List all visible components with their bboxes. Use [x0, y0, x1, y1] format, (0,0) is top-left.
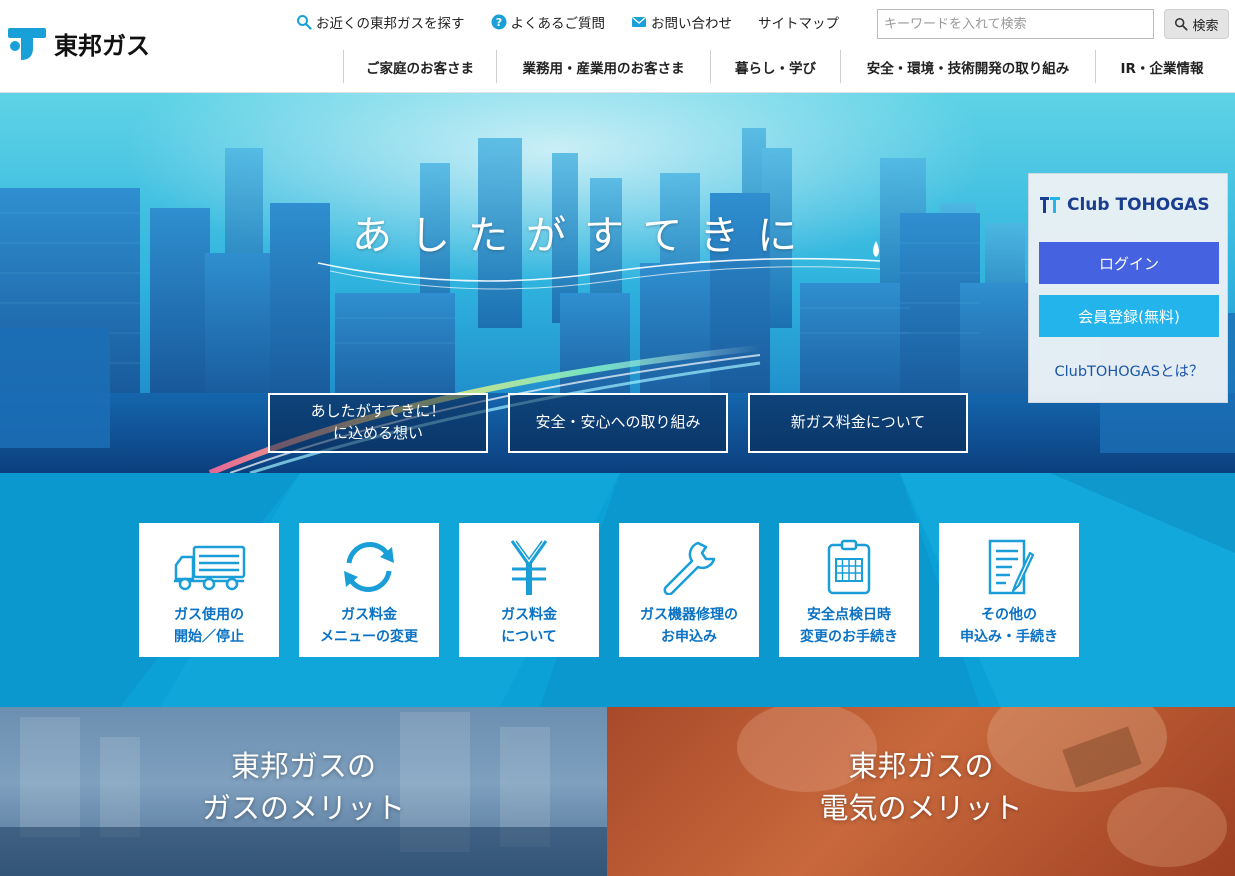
svg-text:?: ? — [495, 16, 501, 29]
util-link-label: お近くの東邦ガスを探す — [316, 16, 465, 32]
search-button-label: 検索 — [1192, 18, 1219, 34]
club-logo-text: Club TOHOGAS — [1067, 195, 1210, 215]
hero-button-new-pricing[interactable]: 新ガス料金について — [748, 393, 968, 453]
service-card-inspection-change[interactable]: 安全点検日時 変更のお手続き — [779, 523, 919, 657]
logo-mark-icon — [8, 28, 46, 60]
service-label: ガス料金 メニューの変更 — [320, 607, 418, 645]
login-button[interactable]: ログイン — [1039, 242, 1219, 284]
main-nav: ご家庭のお客さま 業務用・産業用のお客さま 暮らし・学び 安全・環境・技術開発の… — [343, 50, 1228, 83]
document-icon — [988, 539, 1035, 595]
service-label: ガス使用の 開始／停止 — [174, 607, 244, 645]
hero-button-safety[interactable]: 安全・安心への取り組み — [508, 393, 728, 453]
services-band: ガス使用の 開始／停止 ガス料金 メニューの変更 ガス料金 について ガス機器修… — [0, 473, 1235, 707]
util-link-find-office[interactable]: お近くの東邦ガスを探す — [296, 12, 465, 32]
gas-merit-title: 東邦ガスの ガスのメリット — [201, 749, 405, 826]
mail-icon — [632, 17, 646, 27]
service-card-rate-menu-change[interactable]: ガス料金 メニューの変更 — [299, 523, 439, 657]
service-card-appliance-repair[interactable]: ガス機器修理の お申込み — [619, 523, 759, 657]
site-header: 東邦ガス お近くの東邦ガスを探す ? よくあるご質問 お問い合わせ サイトマップ… — [0, 0, 1235, 93]
club-logo: Club TOHOGAS — [1039, 194, 1210, 216]
yen-icon — [510, 540, 548, 595]
wrench-icon — [663, 541, 716, 595]
util-link-faq[interactable]: ? よくあるご質問 — [491, 12, 606, 32]
util-link-label: サイトマップ — [758, 16, 839, 32]
service-card-gas-start-stop[interactable]: ガス使用の 開始／停止 — [139, 523, 279, 657]
search-icon — [1175, 17, 1189, 31]
logo-text: 東邦ガス — [54, 31, 150, 60]
hero-banner: あしたがすてきに あしたがすてきに！ に込める想い 安全・安心への取り組み 新ガ… — [0, 93, 1235, 473]
utility-nav: お近くの東邦ガスを探す ? よくあるご質問 お問い合わせ サイトマップ — [296, 12, 865, 32]
nav-item-business-customers[interactable]: 業務用・産業用のお客さま — [496, 50, 710, 83]
electric-merit-title: 東邦ガスの 電気のメリット — [819, 749, 1023, 826]
logo[interactable]: 東邦ガス — [8, 24, 150, 62]
nav-item-home-customers[interactable]: ご家庭のお客さま — [343, 50, 496, 83]
refresh-icon — [344, 542, 394, 592]
service-label: 安全点検日時 変更のお手続き — [800, 607, 898, 645]
search-icon — [297, 15, 312, 30]
club-logo-icon — [1040, 197, 1060, 213]
nav-item-ir-corporate[interactable]: IR・企業情報 — [1095, 50, 1228, 83]
truck-icon — [174, 545, 246, 591]
util-link-label: お問い合わせ — [651, 16, 732, 32]
question-icon: ? — [491, 14, 506, 30]
util-link-label: よくあるご質問 — [510, 16, 606, 32]
hero-tagline: あしたがすてきに — [352, 213, 816, 259]
calendar-icon — [827, 539, 871, 595]
nav-item-safety-environment[interactable]: 安全・環境・技術開発の取り組み — [840, 50, 1095, 83]
service-card-other-procedures[interactable]: その他の 申込み・手続き — [939, 523, 1079, 657]
electric-merit-panel[interactable]: 東邦ガスの 電気のメリット — [607, 707, 1235, 876]
hero-button-concept[interactable]: あしたがすてきに！ に込める想い — [268, 393, 488, 453]
search-input[interactable] — [877, 9, 1154, 39]
util-link-sitemap[interactable]: サイトマップ — [758, 12, 839, 32]
service-label: ガス料金 について — [501, 607, 557, 645]
club-tohogas-panel: Club TOHOGAS ログイン 会員登録(無料) ClubTOHOGASとは… — [1028, 173, 1228, 403]
gas-merit-panel[interactable]: 東邦ガスの ガスのメリット — [0, 707, 607, 876]
service-label: ガス機器修理の お申込み — [640, 607, 738, 645]
search-button[interactable]: 検索 — [1164, 9, 1229, 39]
nav-item-life-learning[interactable]: 暮らし・学び — [710, 50, 840, 83]
club-about-link[interactable]: ClubTOHOGASとは？ — [1029, 360, 1229, 381]
util-link-contact[interactable]: お問い合わせ — [631, 12, 732, 32]
service-card-gas-rates[interactable]: ガス料金 について — [459, 523, 599, 657]
service-label: その他の 申込み・手続き — [960, 607, 1058, 645]
register-button[interactable]: 会員登録(無料) — [1039, 295, 1219, 337]
